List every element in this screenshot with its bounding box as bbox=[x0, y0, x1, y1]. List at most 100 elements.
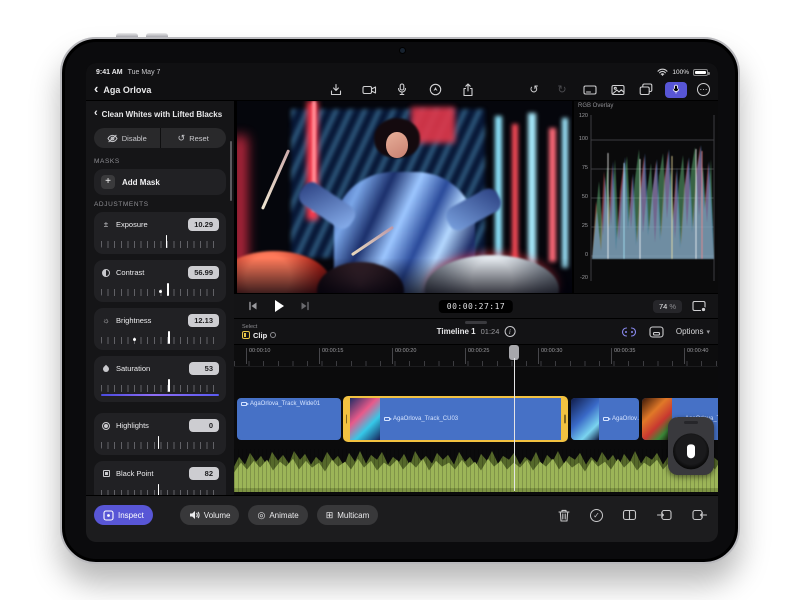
exposure-icon: ± bbox=[101, 220, 111, 229]
step-forward-button[interactable] bbox=[296, 298, 314, 314]
brightness-value[interactable]: 12.13 bbox=[188, 314, 219, 327]
trim-handle-left[interactable] bbox=[346, 415, 348, 424]
date: Tue May 7 bbox=[128, 69, 161, 76]
masks-section-label: MASKS bbox=[94, 158, 226, 165]
camera-button[interactable] bbox=[360, 82, 378, 98]
share-button[interactable] bbox=[459, 82, 477, 98]
color-inspector-panel: ‹ Clean Whites with Lifted Blacks Disabl… bbox=[86, 101, 234, 495]
black-point-icon bbox=[101, 470, 111, 477]
microphone-button[interactable] bbox=[393, 82, 411, 98]
rgb-overlay-scope: RGB Overlay 120 100 75 50 25 0 -20 bbox=[574, 101, 718, 293]
saturation-icon bbox=[101, 366, 111, 372]
bottom-toolbar: Inspect Volume ◎ Animate ⊞ Multicam bbox=[86, 495, 718, 542]
options-button[interactable]: Options ▾ bbox=[676, 327, 710, 336]
zoom-unit: % bbox=[669, 302, 676, 311]
timeline-ruler[interactable]: 00:00:10 00:00:15 00:00:20 00:00:25 00:0… bbox=[234, 345, 718, 367]
black-point-value[interactable]: 82 bbox=[189, 467, 219, 480]
disable-button[interactable]: Disable bbox=[94, 128, 160, 148]
contrast-slider[interactable] bbox=[101, 285, 219, 296]
redo-button[interactable]: ↻ bbox=[553, 82, 571, 98]
timecode-display: 00:00:27:17 bbox=[439, 300, 513, 313]
insert-icon bbox=[657, 509, 672, 521]
stage: 9:41 AM Tue May 7 100% ‹ Aga Orlova bbox=[0, 0, 800, 600]
import-button[interactable] bbox=[327, 82, 345, 98]
jog-wheel-control[interactable] bbox=[668, 417, 714, 475]
multicam-stack-button[interactable] bbox=[637, 82, 655, 98]
grid-icon: ⊞ bbox=[326, 511, 334, 520]
viewer-options-icon[interactable] bbox=[690, 298, 708, 314]
ruler-label: 00:00:35 bbox=[614, 348, 635, 354]
more-button[interactable]: ⋯ bbox=[697, 83, 710, 96]
highlights-value[interactable]: 0 bbox=[189, 419, 219, 432]
timeline-clip-1[interactable]: AgaOrlova_Track_Wide01 bbox=[237, 398, 341, 440]
ruler-label: 00:00:15 bbox=[322, 348, 343, 354]
main-area: RGB Overlay 120 100 75 50 25 0 -20 bbox=[234, 101, 718, 495]
animate-button[interactable]: ◎ Animate bbox=[248, 505, 307, 525]
delete-button[interactable] bbox=[555, 507, 573, 523]
brightness-slider[interactable] bbox=[101, 333, 219, 344]
timeline-drag-handle[interactable] bbox=[465, 321, 487, 324]
play-button[interactable] bbox=[270, 298, 288, 314]
wifi-icon bbox=[657, 64, 668, 80]
highlights-icon bbox=[101, 422, 111, 430]
ruler-label: 00:00:10 bbox=[249, 348, 270, 354]
info-icon[interactable]: i bbox=[504, 326, 515, 337]
speaker-icon bbox=[189, 510, 200, 520]
saturation-slider[interactable] bbox=[101, 381, 219, 392]
trim-handle-right[interactable] bbox=[564, 415, 566, 424]
timeline-title: Timeline 1 bbox=[437, 327, 476, 336]
saturation-gradient bbox=[101, 394, 219, 396]
timeline-clip-3[interactable]: AgaOrlov… bbox=[571, 398, 639, 440]
battery-percent: 100% bbox=[672, 69, 689, 76]
saturation-value[interactable]: 53 bbox=[189, 362, 219, 375]
magnetic-timeline-icon[interactable] bbox=[620, 324, 638, 340]
contrast-value[interactable]: 56.99 bbox=[188, 266, 219, 279]
connect-icon bbox=[622, 509, 637, 521]
back-button[interactable]: ‹ Aga Orlova bbox=[94, 83, 151, 96]
insert-edit-button[interactable] bbox=[655, 507, 673, 523]
overwrite-edit-button[interactable] bbox=[690, 507, 708, 523]
display-output-button[interactable] bbox=[581, 82, 599, 98]
reset-icon: ↺ bbox=[178, 133, 186, 144]
exposure-value[interactable]: 10.29 bbox=[188, 218, 219, 231]
inspector-back-icon[interactable]: ‹ bbox=[94, 108, 98, 119]
voiceover-button-active[interactable] bbox=[665, 82, 687, 98]
exposure-slider-card: ± Exposure 10.29 bbox=[94, 212, 226, 254]
slider-label: Saturation bbox=[116, 364, 150, 373]
selection-frame bbox=[343, 396, 568, 442]
keyframe-icon: ◎ bbox=[257, 511, 265, 520]
undo-button[interactable]: ↺ bbox=[525, 82, 543, 98]
trash-icon bbox=[558, 509, 570, 522]
done-button[interactable]: ✓ bbox=[590, 509, 603, 522]
inspect-button[interactable]: Inspect bbox=[94, 505, 153, 525]
brightness-slider-card: ☼ Brightness 12.13 bbox=[94, 308, 226, 350]
reset-button[interactable]: ↺ Reset bbox=[161, 128, 227, 148]
clip-name: AgaOrlova_Track_Wide01 bbox=[250, 401, 320, 407]
ruler-label: 00:00:25 bbox=[468, 348, 489, 354]
capture-button[interactable] bbox=[426, 82, 444, 98]
screen: 9:41 AM Tue May 7 100% ‹ Aga Orlova bbox=[86, 63, 718, 542]
exposure-slider[interactable] bbox=[101, 237, 219, 248]
audio-waveform-track[interactable] bbox=[234, 449, 718, 492]
animate-label: Animate bbox=[269, 511, 298, 520]
highlights-slider[interactable] bbox=[101, 438, 219, 449]
connect-edit-button[interactable] bbox=[620, 507, 638, 523]
media-browser-button[interactable] bbox=[609, 82, 627, 98]
contrast-icon bbox=[101, 269, 111, 277]
timeline-clip-2-selected[interactable]: AgaOrlova_Track_CU03 bbox=[343, 396, 568, 442]
multicam-button[interactable]: ⊞ Multicam bbox=[317, 505, 379, 525]
top-toolbar: ‹ Aga Orlova bbox=[86, 79, 718, 101]
preset-title: Clean Whites with Lifted Blacks bbox=[102, 110, 222, 119]
clock: 9:41 AM bbox=[96, 69, 123, 76]
jog-handle bbox=[684, 421, 698, 424]
slider-label: Highlights bbox=[116, 421, 149, 430]
step-backward-button[interactable] bbox=[244, 298, 262, 314]
viewer-zoom-control[interactable]: 74% bbox=[653, 300, 682, 313]
scrollbar[interactable] bbox=[230, 141, 232, 201]
clip-select-control[interactable]: Select Clip bbox=[242, 324, 276, 340]
add-mask-button[interactable]: + Add Mask bbox=[94, 169, 226, 195]
viewer-video[interactable] bbox=[237, 101, 572, 293]
overlay-view-icon[interactable] bbox=[648, 324, 666, 340]
ipad-device: 9:41 AM Tue May 7 100% ‹ Aga Orlova bbox=[60, 37, 740, 564]
volume-tool-button[interactable]: Volume bbox=[180, 505, 240, 525]
